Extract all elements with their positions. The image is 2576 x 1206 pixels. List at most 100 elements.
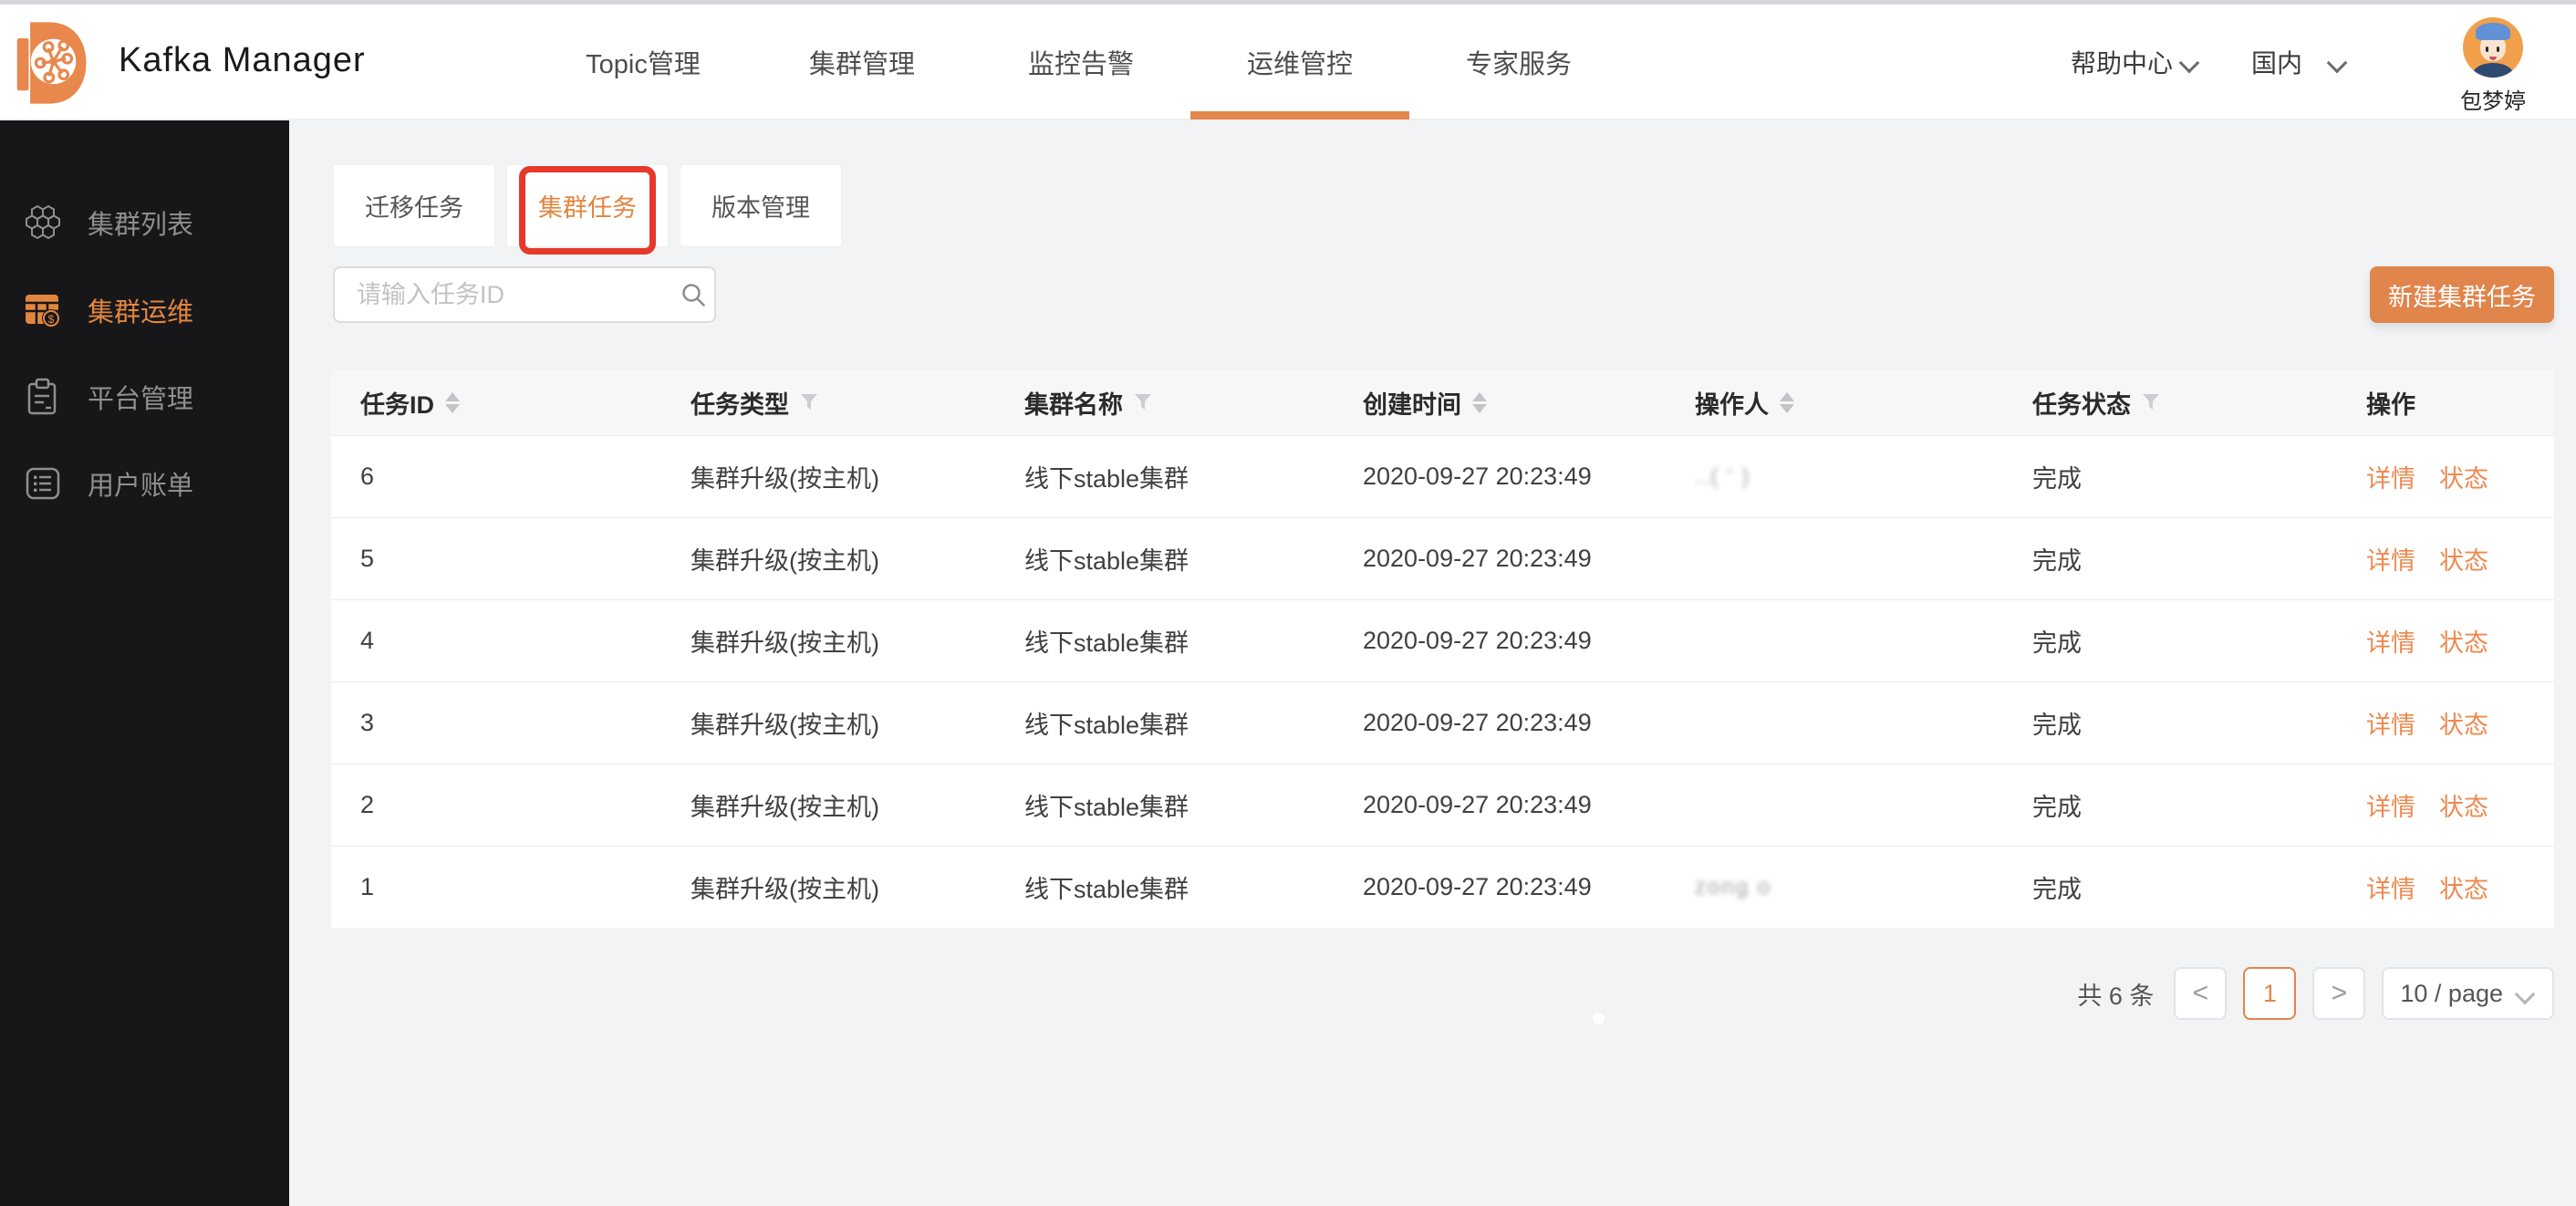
cell-created-time: 2020-09-27 20:23:49 [1363, 463, 1592, 490]
cell-cluster-name: 线下stable集群 [1024, 465, 1189, 493]
cell-task-type: 集群升级(按主机) [691, 629, 879, 657]
cell-created-time: 2020-09-27 20:23:49 [1363, 627, 1592, 654]
tab-migration-tasks[interactable]: 迁移任务 [333, 164, 495, 247]
cell-created-time: 2020-09-27 20:23:49 [1363, 545, 1592, 572]
col-created-time[interactable]: 创建时间 [1334, 385, 1666, 421]
region-label: 国内 [2251, 49, 2303, 78]
user-profile[interactable]: 包梦婷 [2454, 17, 2532, 115]
col-task-status[interactable]: 任务状态 [2003, 385, 2337, 421]
sort-icon[interactable] [1780, 391, 1794, 413]
cell-task-id: 3 [360, 709, 375, 736]
col-task-type[interactable]: 任务类型 [661, 385, 995, 421]
sidebar-item-label: 用户账单 [88, 472, 194, 501]
cell-task-status: 完成 [2032, 465, 2082, 493]
status-link[interactable]: 状态 [2439, 869, 2488, 905]
nav-topic-management[interactable]: Topic管理 [534, 5, 753, 120]
honeycomb-cluster-icon [26, 204, 60, 240]
chevron-down-icon [2516, 983, 2536, 1003]
cell-operator-redacted: zong o [1695, 874, 1772, 899]
nav-expert-service[interactable]: 专家服务 [1409, 5, 1628, 120]
cell-task-status: 完成 [2032, 712, 2082, 739]
sort-icon[interactable] [445, 391, 460, 413]
cell-created-time: 2020-09-27 20:23:49 [1363, 873, 1592, 900]
col-label: 创建时间 [1363, 390, 1461, 419]
tab-cluster-tasks[interactable]: 集群任务 [506, 164, 669, 255]
top-nav: Topic管理 集群管理 监控告警 运维管控 专家服务 [534, 5, 1628, 120]
sidebar-item-user-billing[interactable]: 用户账单 [0, 454, 289, 513]
filter-icon[interactable] [1134, 393, 1152, 411]
cell-cluster-name: 线下stable集群 [1024, 876, 1189, 903]
detail-link[interactable]: 详情 [2366, 459, 2415, 494]
cluster-task-table: 任务ID 任务类型 集群名称 创建时间 操作人 任务状态 操作 6 集群升级(按… [331, 369, 2554, 928]
svg-text:$: $ [48, 313, 55, 326]
col-cluster-name[interactable]: 集群名称 [995, 385, 1334, 421]
sort-icon[interactable] [1472, 391, 1487, 413]
detail-link[interactable]: 详情 [2366, 541, 2415, 577]
cell-task-id: 2 [360, 791, 375, 818]
detail-link[interactable]: 详情 [2366, 787, 2415, 823]
col-label: 任务状态 [2032, 390, 2131, 419]
pagination-prev-button[interactable]: < [2174, 967, 2228, 1020]
nav-monitor-alert[interactable]: 监控告警 [971, 5, 1190, 120]
sidebar: 集群列表 $ 集群运维 平台管理 用户账单 [0, 120, 289, 1206]
nav-ops-control[interactable]: 运维管控 [1190, 5, 1409, 120]
status-link[interactable]: 状态 [2439, 787, 2488, 823]
col-operator[interactable]: 操作人 [1666, 385, 2003, 421]
table-row: 3 集群升级(按主机) 线下stable集群 2020-09-27 20:23:… [331, 681, 2554, 764]
region-selector[interactable]: 国内 [2251, 5, 2348, 120]
cell-cluster-name: 线下stable集群 [1024, 712, 1189, 739]
page-size-select[interactable]: 10 / page [2382, 967, 2554, 1020]
pagination-page-1[interactable]: 1 [2243, 967, 2297, 1020]
cell-task-type: 集群升级(按主机) [691, 465, 879, 493]
table-header-row: 任务ID 任务类型 集群名称 创建时间 操作人 任务状态 操作 [331, 369, 2554, 435]
nav-cluster-management[interactable]: 集群管理 [753, 5, 971, 120]
avatar[interactable] [2463, 17, 2523, 78]
detail-link[interactable]: 详情 [2366, 869, 2415, 905]
table-row: 1 集群升级(按主机) 线下stable集群 2020-09-27 20:23:… [331, 846, 2554, 928]
task-id-search[interactable] [333, 266, 716, 323]
help-center-menu[interactable]: 帮助中心 [2071, 5, 2200, 120]
col-label: 集群名称 [1024, 390, 1123, 419]
tab-version-management[interactable]: 版本管理 [680, 164, 842, 247]
cell-task-type: 集群升级(按主机) [691, 794, 879, 821]
pagination-total: 共 6 条 [2077, 982, 2155, 1010]
app-header: Kafka Manager Topic管理 集群管理 监控告警 运维管控 专家服… [0, 5, 2576, 120]
chevron-down-icon [2328, 52, 2348, 72]
table-row: 6 集群升级(按主机) 线下stable集群 2020-09-27 20:23:… [331, 435, 2554, 517]
filter-icon[interactable] [800, 393, 818, 411]
status-link[interactable]: 状态 [2439, 623, 2488, 659]
table-row: 5 集群升级(按主机) 线下stable集群 2020-09-27 20:23:… [331, 517, 2554, 599]
filter-icon[interactable] [2142, 393, 2160, 411]
cell-cluster-name: 线下stable集群 [1024, 794, 1189, 821]
chevron-down-icon [2180, 52, 2200, 72]
sidebar-item-cluster-ops[interactable]: $ 集群运维 [0, 281, 289, 339]
help-center-label: 帮助中心 [2071, 49, 2174, 78]
status-link[interactable]: 状态 [2439, 459, 2488, 494]
task-tabs: 迁移任务 集群任务 版本管理 [333, 164, 842, 255]
pagination-next-button[interactable]: > [2312, 967, 2366, 1020]
detail-link[interactable]: 详情 [2366, 623, 2415, 659]
cell-task-id: 1 [360, 873, 375, 900]
cell-created-time: 2020-09-27 20:23:49 [1363, 791, 1592, 818]
cell-cluster-name: 线下stable集群 [1024, 629, 1189, 657]
col-actions: 操作 [2337, 385, 2554, 421]
ops-billing-icon: $ [26, 295, 60, 327]
col-label: 操作人 [1695, 390, 1769, 419]
cell-created-time: 2020-09-27 20:23:49 [1363, 709, 1592, 736]
list-icon [26, 467, 60, 500]
search-input[interactable] [357, 280, 680, 309]
app-title: Kafka Manager [119, 41, 366, 79]
table-row: 4 集群升级(按主机) 线下stable集群 2020-09-27 20:23:… [331, 599, 2554, 681]
status-link[interactable]: 状态 [2439, 705, 2488, 741]
cell-task-type: 集群升级(按主机) [691, 547, 879, 575]
kafka-manager-logo-icon [16, 22, 87, 104]
cell-task-status: 完成 [2032, 794, 2082, 821]
tab-cluster-tasks-label: 集群任务 [538, 194, 637, 222]
detail-link[interactable]: 详情 [2366, 705, 2415, 741]
status-link[interactable]: 状态 [2439, 541, 2488, 577]
create-cluster-task-button[interactable]: 新建集群任务 [2370, 266, 2554, 323]
sidebar-item-cluster-list[interactable]: 集群列表 [0, 193, 289, 252]
search-icon[interactable] [680, 281, 707, 308]
sidebar-item-platform-management[interactable]: 平台管理 [0, 368, 289, 426]
col-task-id[interactable]: 任务ID [331, 385, 661, 421]
